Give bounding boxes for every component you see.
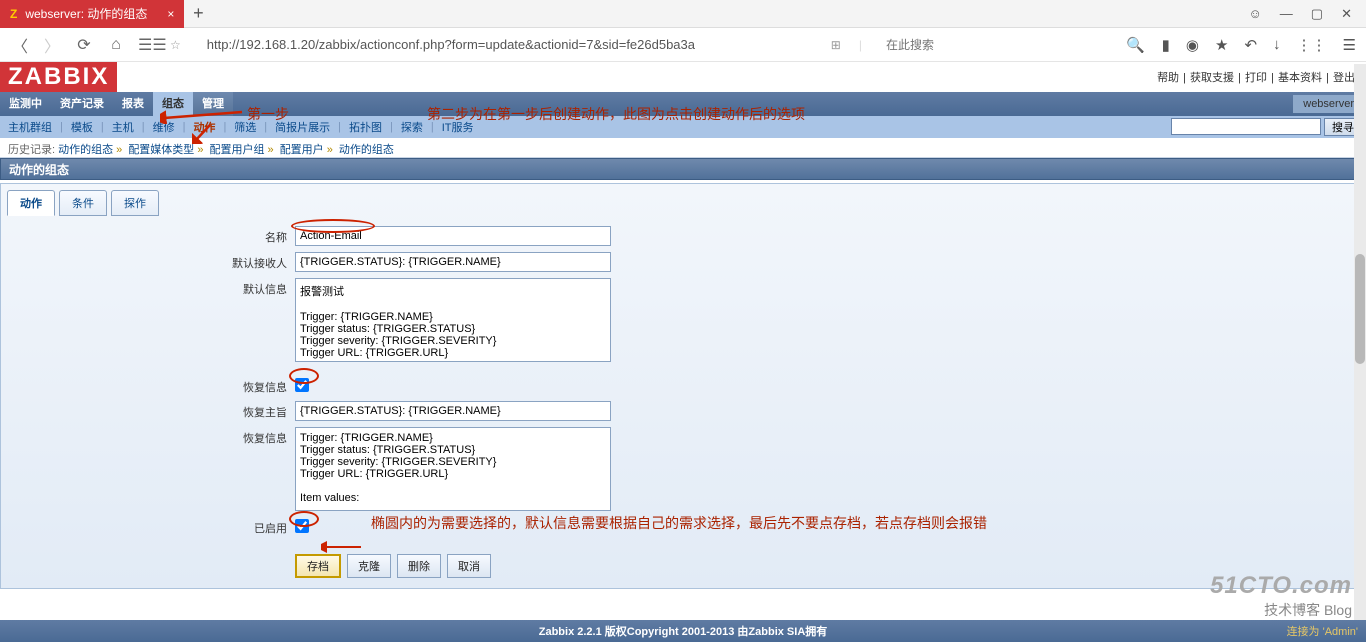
subnav-hostgroups[interactable]: 主机群组 (0, 119, 60, 135)
link-logout[interactable]: 登出 (1332, 72, 1356, 84)
default-recipient-label: 默认接收人 (7, 252, 295, 271)
default-msg-textarea[interactable] (295, 278, 611, 362)
cancel-button[interactable]: 取消 (447, 554, 491, 578)
subnav-maintenance[interactable]: 维修 (145, 119, 183, 135)
recover-subject-label: 恢复主旨 (7, 401, 295, 420)
zabbix-search-input[interactable] (1171, 118, 1321, 135)
save-button[interactable]: 存档 (295, 554, 341, 578)
recover-msg-label: 恢复信息 (7, 427, 295, 446)
nav-inventory[interactable]: 资产记录 (51, 92, 113, 116)
nav-monitoring[interactable]: 监测中 (0, 92, 51, 116)
nav-admin[interactable]: 管理 (193, 92, 233, 116)
minimize-icon[interactable]: — (1280, 6, 1293, 22)
link-support[interactable]: 获取支援 (1189, 72, 1235, 84)
section-header: 动作的组态 (0, 158, 1366, 180)
ext-android-icon[interactable]: ▮ (1162, 36, 1170, 54)
main-nav: 监测中 资产记录 报表 组态 管理 webserver (0, 92, 1366, 116)
tab-action[interactable]: 动作 (7, 190, 55, 216)
tab-title: webserver: 动作的组态 (25, 5, 147, 22)
subnav-actions[interactable]: 动作 (185, 119, 223, 135)
default-msg-label: 默认信息 (7, 278, 295, 297)
bc-item[interactable]: 动作的组态 (339, 144, 394, 156)
download-icon[interactable]: ↓ (1273, 36, 1281, 53)
recover-info-checkbox[interactable] (295, 378, 309, 392)
top-links: 帮助 | 获取支援 | 打印 | 基本资料 | 登出 (1156, 69, 1356, 85)
breadcrumb: 历史记录: 动作的组态» 配置媒体类型» 配置用户组» 配置用户» 动作的组态 (0, 138, 1366, 158)
subnav-maps[interactable]: 拓扑图 (341, 119, 390, 135)
tab-favicon-icon: Z (10, 7, 17, 21)
delete-button[interactable]: 删除 (397, 554, 441, 578)
nav-config[interactable]: 组态 (153, 92, 193, 116)
name-label: 名称 (7, 226, 295, 245)
bc-item[interactable]: 配置用户组 (210, 144, 265, 156)
menu-icon[interactable]: ☰ (1343, 36, 1356, 54)
page-scrollbar[interactable] (1354, 64, 1366, 642)
forward-button[interactable]: 〉 (42, 33, 62, 57)
sub-nav: 主机群组| 模板| 主机| 维修| 动作| 筛选| 简报片展示| 拓扑图| 探索… (0, 116, 1366, 138)
browser-search-input[interactable] (880, 33, 1047, 57)
footer: Zabbix 2.2.1 版权Copyright 2001-2013 由Zabb… (0, 620, 1366, 642)
subnav-slideshows[interactable]: 简报片展示 (267, 119, 338, 135)
reload-button[interactable]: ⟳ (74, 35, 94, 55)
user-icon[interactable]: ☺ (1249, 6, 1262, 22)
maximize-icon[interactable]: ▢ (1311, 6, 1323, 22)
recover-msg-textarea[interactable] (295, 427, 611, 511)
recover-subject-input[interactable] (295, 401, 611, 421)
search-icon[interactable]: 🔍 (1126, 36, 1146, 54)
arrow-icon (321, 540, 361, 554)
bookmark-star-icon[interactable]: ☆ (170, 38, 181, 52)
favorite-icon[interactable]: ★ (1215, 36, 1228, 54)
tab-conditions[interactable]: 条件 (59, 190, 107, 216)
link-print[interactable]: 打印 (1244, 72, 1268, 84)
bc-item[interactable]: 动作的组态 (58, 144, 113, 156)
undo-icon[interactable]: ↶ (1244, 36, 1257, 54)
tab-operations[interactable]: 探作 (111, 190, 159, 216)
extensions-icon[interactable]: ⋮⋮ (1297, 36, 1327, 54)
bc-item[interactable]: 配置媒体类型 (128, 144, 194, 156)
name-input[interactable] (295, 226, 611, 246)
reader-icon[interactable]: ☰☰ (138, 35, 158, 55)
back-button[interactable]: 〈 (10, 33, 30, 57)
recover-info-label: 恢复信息 (7, 376, 295, 395)
nav-reports[interactable]: 报表 (113, 92, 153, 116)
footer-copyright: Zabbix 2.2.1 版权Copyright 2001-2013 由Zabb… (539, 623, 828, 639)
subnav-templates[interactable]: 模板 (63, 119, 101, 135)
home-button[interactable]: ⌂ (106, 36, 126, 54)
new-tab-button[interactable]: + (184, 0, 212, 28)
clone-button[interactable]: 克隆 (347, 554, 391, 578)
browser-tab[interactable]: Z webserver: 动作的组态 × (0, 0, 184, 28)
tab-close-icon[interactable]: × (167, 7, 174, 21)
translate-icon[interactable]: ⊞ (831, 38, 841, 52)
close-window-icon[interactable]: ✕ (1341, 6, 1352, 22)
subnav-itservices[interactable]: IT服务 (434, 119, 482, 135)
link-help[interactable]: 帮助 (1156, 72, 1180, 84)
enabled-label: 已启用 (7, 517, 295, 536)
enabled-checkbox[interactable] (295, 519, 309, 533)
footer-connected-as: 连接为 'Admin' (1287, 623, 1358, 639)
link-profile[interactable]: 基本资料 (1277, 72, 1323, 84)
subnav-filter[interactable]: 筛选 (226, 119, 264, 135)
subnav-hosts[interactable]: 主机 (104, 119, 142, 135)
url-input[interactable] (199, 33, 819, 57)
subnav-discovery[interactable]: 探索 (393, 119, 431, 135)
bc-item[interactable]: 配置用户 (280, 144, 324, 156)
default-recipient-input[interactable] (295, 252, 611, 272)
ext-wechat-icon[interactable]: ◉ (1186, 36, 1199, 54)
zabbix-logo: ZABBIX (0, 62, 117, 92)
